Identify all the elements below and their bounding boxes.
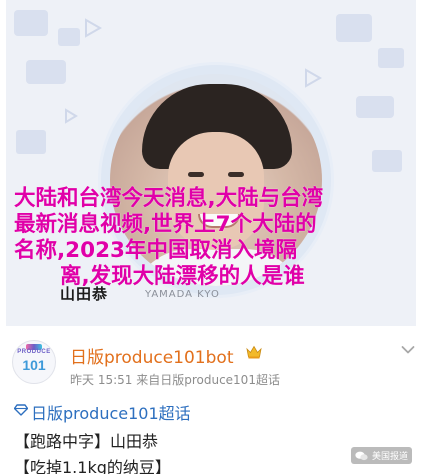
account-name-link[interactable]: 日版produce101bot (70, 343, 233, 368)
photo-eye (188, 172, 204, 177)
photo-eye (228, 172, 244, 177)
post-text-line: 【跑路中字】山田恭 (14, 432, 159, 451)
overlay-line: 最新消息视频,世界上7个大陆的 (14, 212, 317, 237)
overlay-line: 离,发现大陆漂移的人是谁 (60, 264, 305, 289)
account-avatar[interactable]: PRODUCE 101 (12, 340, 56, 384)
wechat-icon (355, 451, 368, 460)
watermark-text: 美国报道 (372, 452, 409, 462)
overlay-line: 大陆和台湾今天消息,大陆与台湾 (14, 186, 324, 211)
post-text-line: 【吃掉1.1kg的纳豆】 (14, 458, 171, 474)
trainee-name-romaji: YAMADA KYO (145, 289, 220, 300)
post-screen: 山田恭 YAMADA KYO 大陆和台湾今天消息,大陆与台湾 最新消息视频,世界… (0, 0, 422, 474)
source-watermark: 美国报道 (351, 447, 413, 464)
supertopic-link[interactable]: 日版produce101超话 (31, 400, 191, 424)
post-timestamp-source: 昨天 15:51 来自日版produce101超话 (70, 373, 280, 387)
supertopic-diamond-icon (14, 404, 28, 416)
overlay-line: 名称,2023年中国取消入境隔 (14, 238, 298, 263)
overlay-headline: 大陆和台湾今天消息,大陆与台湾 最新消息视频,世界上7个大陆的 名称,2023年… (14, 186, 410, 290)
chevron-down-icon[interactable] (401, 345, 415, 355)
avatar-logo-main: 101 (22, 357, 46, 373)
avatar-logo-top: PRODUCE (17, 349, 51, 355)
crown-icon (246, 345, 262, 359)
